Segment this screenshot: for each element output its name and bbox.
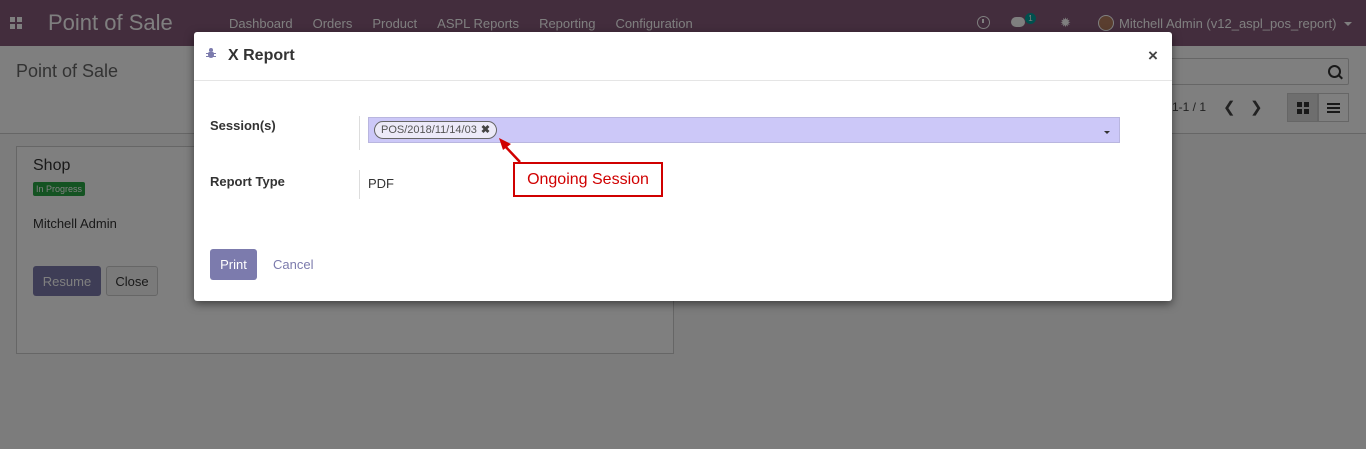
x-report-dialog: X Report × Session(s) POS/2018/11/14/03 … <box>194 32 1172 301</box>
close-icon[interactable]: × <box>1148 47 1158 64</box>
report-type-value[interactable]: PDF <box>368 176 394 191</box>
bug-icon <box>206 48 216 59</box>
cancel-button[interactable]: Cancel <box>273 257 313 272</box>
session-tag[interactable]: POS/2018/11/14/03 ✖ <box>374 121 498 139</box>
session-tag-label: POS/2018/11/14/03 <box>381 123 477 136</box>
modal-title: X Report <box>228 47 295 64</box>
report-type-label: Report Type <box>210 174 285 189</box>
annotation-callout: Ongoing Session <box>513 162 663 197</box>
field-divider <box>359 116 360 150</box>
tag-remove-icon[interactable]: ✖ <box>481 123 490 138</box>
dropdown-caret-icon[interactable] <box>1104 131 1110 134</box>
sessions-label: Session(s) <box>210 118 276 133</box>
print-button[interactable]: Print <box>210 249 257 280</box>
field-divider <box>359 170 360 199</box>
modal-header: X Report × <box>194 32 1172 81</box>
